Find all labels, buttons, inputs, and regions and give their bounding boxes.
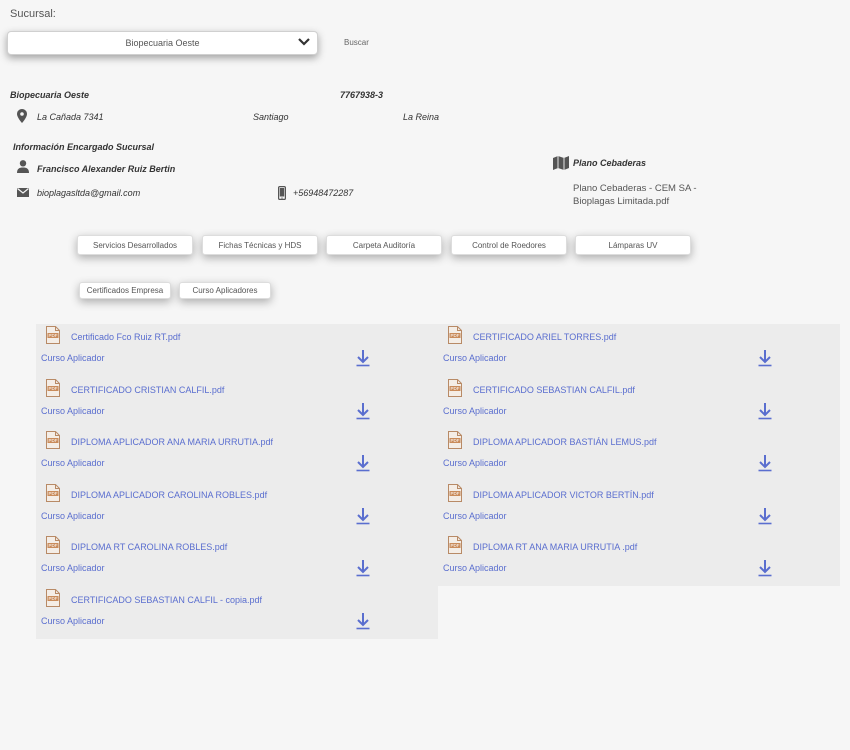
branch-city: Santiago xyxy=(253,112,289,122)
download-icon[interactable] xyxy=(757,402,773,425)
file-category: Curso Aplicador xyxy=(41,353,105,363)
pdf-file-icon: PDF xyxy=(46,431,60,454)
download-icon[interactable] xyxy=(757,454,773,477)
file-name-link[interactable]: CERTIFICADO SEBASTIAN CALFIL - copia.pdf xyxy=(71,595,262,605)
download-icon[interactable] xyxy=(355,612,371,635)
person-icon xyxy=(17,160,29,173)
branch-address: La Cañada 7341 xyxy=(37,112,104,122)
svg-text:PDF: PDF xyxy=(49,386,58,391)
download-icon[interactable] xyxy=(757,507,773,530)
tab-control-roedores[interactable]: Control de Roedores xyxy=(451,235,567,255)
chevron-down-icon xyxy=(297,35,311,49)
download-icon[interactable] xyxy=(355,507,371,530)
map-pin-icon xyxy=(17,109,27,123)
svg-text:PDF: PDF xyxy=(49,438,58,443)
file-name-link[interactable]: CERTIFICADO SEBASTIAN CALFIL.pdf xyxy=(473,385,635,395)
download-icon[interactable] xyxy=(355,454,371,477)
file-name-link[interactable]: CERTIFICADO ARIEL TORRES.pdf xyxy=(473,332,616,342)
pdf-file-icon: PDF xyxy=(448,378,462,402)
search-button[interactable]: Buscar xyxy=(344,38,369,47)
plan-file-link[interactable]: Plano Cebaderas - CEM SA - Bioplagas Lim… xyxy=(573,182,733,208)
svg-text:PDF: PDF xyxy=(451,438,460,443)
tab-curso-aplicadores[interactable]: Curso Aplicadores xyxy=(179,282,271,299)
branch-label: Sucursal: xyxy=(10,8,56,20)
file-category: Curso Aplicador xyxy=(41,563,105,574)
svg-text:PDF: PDF xyxy=(49,544,58,549)
branch-select-value: Biopecuaria Oeste xyxy=(125,38,200,48)
pdf-file-icon: PDF xyxy=(46,326,60,349)
download-icon[interactable] xyxy=(355,349,371,372)
branch-rut: 7767938-3 xyxy=(340,90,384,100)
file-category: Curso Aplicador xyxy=(443,405,507,416)
download-icon[interactable] xyxy=(757,349,773,372)
svg-text:PDF: PDF xyxy=(49,596,58,601)
file-category: Curso Aplicador xyxy=(443,510,507,521)
pdf-file-icon: PDF xyxy=(46,378,60,402)
svg-text:PDF: PDF xyxy=(451,333,460,338)
phone-icon xyxy=(278,186,286,200)
file-name-link[interactable]: Certificado Fco Ruiz RT.pdf xyxy=(71,332,180,342)
file-name-link[interactable]: DIPLOMA APLICADOR VICTOR BERTÍN.pdf xyxy=(473,490,654,500)
file-name-link[interactable]: CERTIFICADO CRISTIAN CALFIL.pdf xyxy=(71,385,224,395)
tab-fichas-tecnicas[interactable]: Fichas Técnicas y HDS xyxy=(202,235,318,255)
manager-section-title: Información Encargado Sucursal xyxy=(13,142,155,152)
pdf-file-icon: PDF xyxy=(448,431,462,454)
file-category: Curso Aplicador xyxy=(41,458,105,469)
file-name-link[interactable]: DIPLOMA APLICADOR ANA MARIA URRUTIA.pdf xyxy=(71,437,273,447)
branch-commune: La Reina xyxy=(403,112,440,122)
manager-email: bioplagasltda@gmail.com xyxy=(37,188,141,198)
plan-title: Plano Cebaderas xyxy=(573,158,647,168)
pdf-file-icon: PDF xyxy=(46,536,60,559)
file-category: Curso Aplicador xyxy=(443,563,507,574)
svg-text:PDF: PDF xyxy=(451,544,460,549)
pdf-file-icon: PDF xyxy=(46,483,60,507)
tab-servicios-desarrollados[interactable]: Servicios Desarrollados xyxy=(77,235,193,255)
tab-lamparas-uv[interactable]: Lámparas UV xyxy=(575,235,691,255)
mail-icon xyxy=(17,188,29,197)
tab-certificados-empresa[interactable]: Certificados Empresa xyxy=(79,282,171,299)
pdf-file-icon: PDF xyxy=(448,326,462,349)
pdf-file-icon: PDF xyxy=(448,536,462,559)
file-category: Curso Aplicador xyxy=(443,353,507,363)
files-panel-left xyxy=(36,324,438,639)
svg-text:PDF: PDF xyxy=(49,333,58,338)
pdf-file-icon: PDF xyxy=(46,589,60,612)
manager-name: Francisco Alexander Ruiz Bertin xyxy=(37,164,176,174)
download-icon[interactable] xyxy=(355,402,371,425)
svg-text:PDF: PDF xyxy=(49,491,58,496)
download-icon[interactable] xyxy=(355,559,371,582)
branch-select[interactable]: Biopecuaria Oeste xyxy=(7,31,318,55)
tab-carpeta-auditoria[interactable]: Carpeta Auditoría xyxy=(326,235,442,255)
file-name-link[interactable]: DIPLOMA APLICADOR CAROLINA ROBLES.pdf xyxy=(71,490,267,500)
file-category: Curso Aplicador xyxy=(41,405,105,416)
file-name-link[interactable]: DIPLOMA RT CAROLINA ROBLES.pdf xyxy=(71,542,227,552)
map-icon xyxy=(553,156,569,170)
pdf-file-icon: PDF xyxy=(448,483,462,507)
svg-text:PDF: PDF xyxy=(451,491,460,496)
branch-name: Biopecuaria Oeste xyxy=(10,90,90,100)
file-category: Curso Aplicador xyxy=(41,510,105,521)
manager-phone: +56948472287 xyxy=(293,188,354,198)
file-name-link[interactable]: DIPLOMA APLICADOR BASTIÁN LEMUS.pdf xyxy=(473,437,657,447)
svg-text:PDF: PDF xyxy=(451,386,460,391)
file-name-link[interactable]: DIPLOMA RT ANA MARIA URRUTIA .pdf xyxy=(473,542,637,552)
file-category: Curso Aplicador xyxy=(443,458,507,469)
file-category: Curso Aplicador xyxy=(41,616,105,626)
download-icon[interactable] xyxy=(757,559,773,582)
